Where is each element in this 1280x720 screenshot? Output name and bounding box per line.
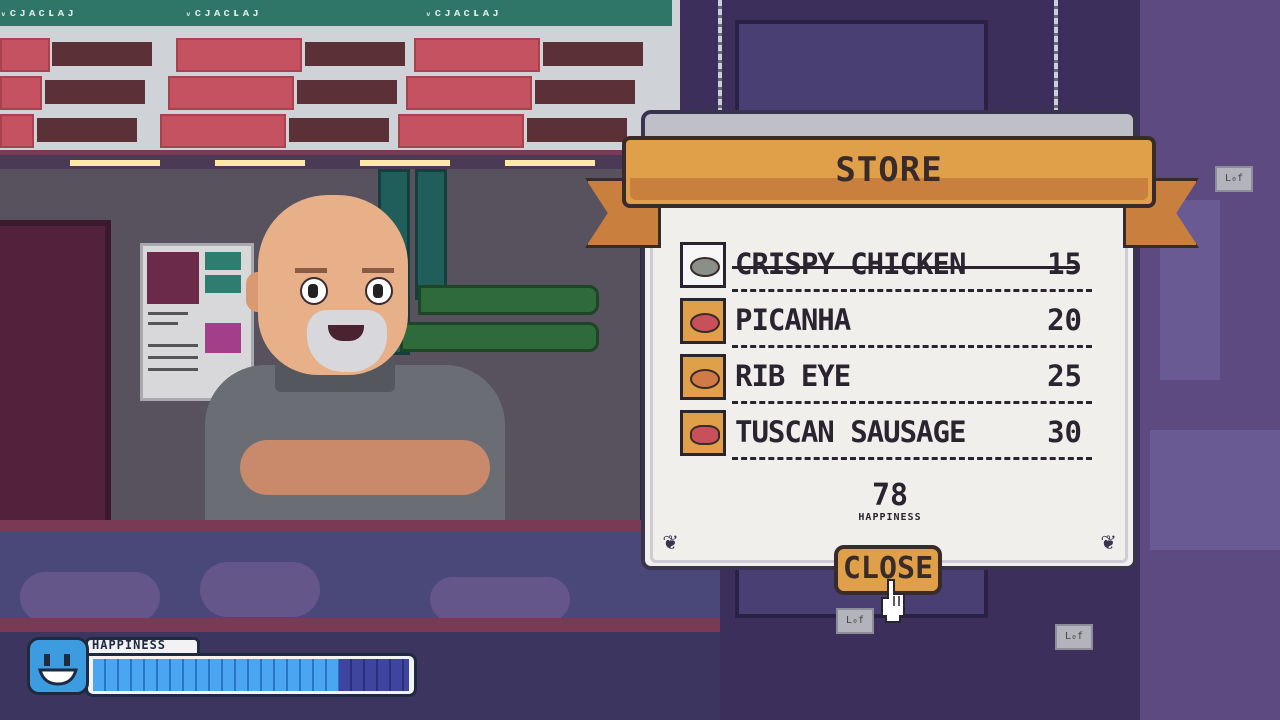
store-title: STORE <box>835 150 943 190</box>
poster-text-line <box>148 356 198 359</box>
menu-board-item <box>0 76 42 110</box>
menu-board-item <box>543 42 643 66</box>
fried-chicken-icon <box>680 242 726 288</box>
menu-board-item <box>45 80 145 104</box>
row-divider <box>732 457 1092 460</box>
vendor-eye <box>300 277 328 305</box>
poster-text-line <box>148 368 198 371</box>
counter-top <box>0 520 720 532</box>
store-item-rib-eye[interactable]: RIB EYE 25 <box>680 354 1092 404</box>
store-item-picanha[interactable]: PICANHA 20 <box>680 298 1092 348</box>
tuscan-sausage-icon <box>680 410 726 456</box>
poster-graphic <box>205 323 241 353</box>
store-item-price: 30 <box>1047 415 1082 449</box>
hand-cursor-icon <box>881 579 905 623</box>
vendor-eyebrow <box>362 268 394 273</box>
hanging-chain <box>1054 0 1058 112</box>
menu-board-item <box>37 118 137 142</box>
poster-graphic <box>205 275 241 293</box>
purchased-strikethrough <box>732 266 1078 269</box>
happiness-currency-value: 78 <box>871 478 909 513</box>
menu-board-item <box>535 80 635 104</box>
store-item-name: CRISPY CHICKEN <box>735 247 966 281</box>
kitchen-door <box>0 220 111 537</box>
poster-graphic <box>147 252 199 304</box>
menu-board-item <box>168 76 294 110</box>
menu-board-item <box>176 38 302 72</box>
price-tag-sign: L₀f <box>836 608 874 634</box>
ceiling-light <box>505 160 595 166</box>
price-tag-sign: L₀f <box>1055 624 1093 650</box>
poster-text-line <box>148 344 198 347</box>
store-item-price: 20 <box>1047 303 1082 337</box>
ceiling-light <box>215 160 305 166</box>
menu-board-item <box>398 114 524 148</box>
menu-board-item <box>527 118 627 142</box>
smiling-face-icon <box>27 637 89 695</box>
row-divider <box>732 401 1092 404</box>
row-divider <box>732 345 1092 348</box>
menu-board-item <box>0 114 34 148</box>
menu-board-item <box>160 114 286 148</box>
poster-text-line <box>148 322 178 325</box>
wall-pipe <box>418 285 599 315</box>
vendor-eye <box>365 277 393 305</box>
poster-graphic <box>205 252 241 270</box>
hud-happiness-label: HAPPINESS <box>92 638 167 652</box>
menu-board-item <box>406 76 532 110</box>
ceiling-light <box>360 160 450 166</box>
menu-board-item <box>289 118 389 142</box>
happiness-bar-empty <box>339 659 409 691</box>
row-divider <box>732 289 1092 292</box>
menu-board-header: ᵥᴄᴊᴀᴄʟᴀᴊ ᵥᴄᴊᴀᴄʟᴀᴊ ᵥᴄᴊᴀᴄʟᴀᴊ <box>0 0 672 26</box>
store-item-crispy-chicken[interactable]: CRISPY CHICKEN 15 <box>680 242 1092 292</box>
counter-front <box>0 532 720 627</box>
menu-board-item <box>305 42 405 66</box>
wall-pipe <box>415 169 447 300</box>
vendor-crossed-arms <box>240 440 490 495</box>
vendor-eyebrow <box>295 268 327 273</box>
rib-eye-steak-icon <box>680 354 726 400</box>
menu-board-item <box>414 38 540 72</box>
wall-pipe <box>400 322 599 352</box>
store-item-price: 25 <box>1047 359 1082 393</box>
poster-text-line <box>148 312 188 315</box>
menu-board-item <box>0 38 50 72</box>
menu-board-item <box>52 42 152 66</box>
store-item-tuscan-sausage[interactable]: TUSCAN SAUSAGE 30 <box>680 410 1092 460</box>
price-tag-sign: L₀f <box>1215 166 1253 192</box>
store-item-price: 15 <box>1047 247 1082 281</box>
counter-base <box>0 618 720 632</box>
hanging-chain <box>718 0 722 112</box>
ceiling-light <box>70 160 160 166</box>
menu-board-item <box>297 80 397 104</box>
corner-flourish-icon: ❦ <box>1100 527 1116 555</box>
happiness-bar-fill <box>93 659 339 691</box>
store-item-name: PICANHA <box>735 303 851 337</box>
store-item-name: RIB EYE <box>735 359 851 393</box>
picanha-steak-icon <box>680 298 726 344</box>
vendor-beard <box>307 310 387 372</box>
building-block <box>1150 430 1280 550</box>
store-item-name: TUSCAN SAUSAGE <box>735 415 966 449</box>
happiness-currency-label: HAPPINESS <box>858 512 922 523</box>
corner-flourish-icon: ❦ <box>662 527 678 555</box>
